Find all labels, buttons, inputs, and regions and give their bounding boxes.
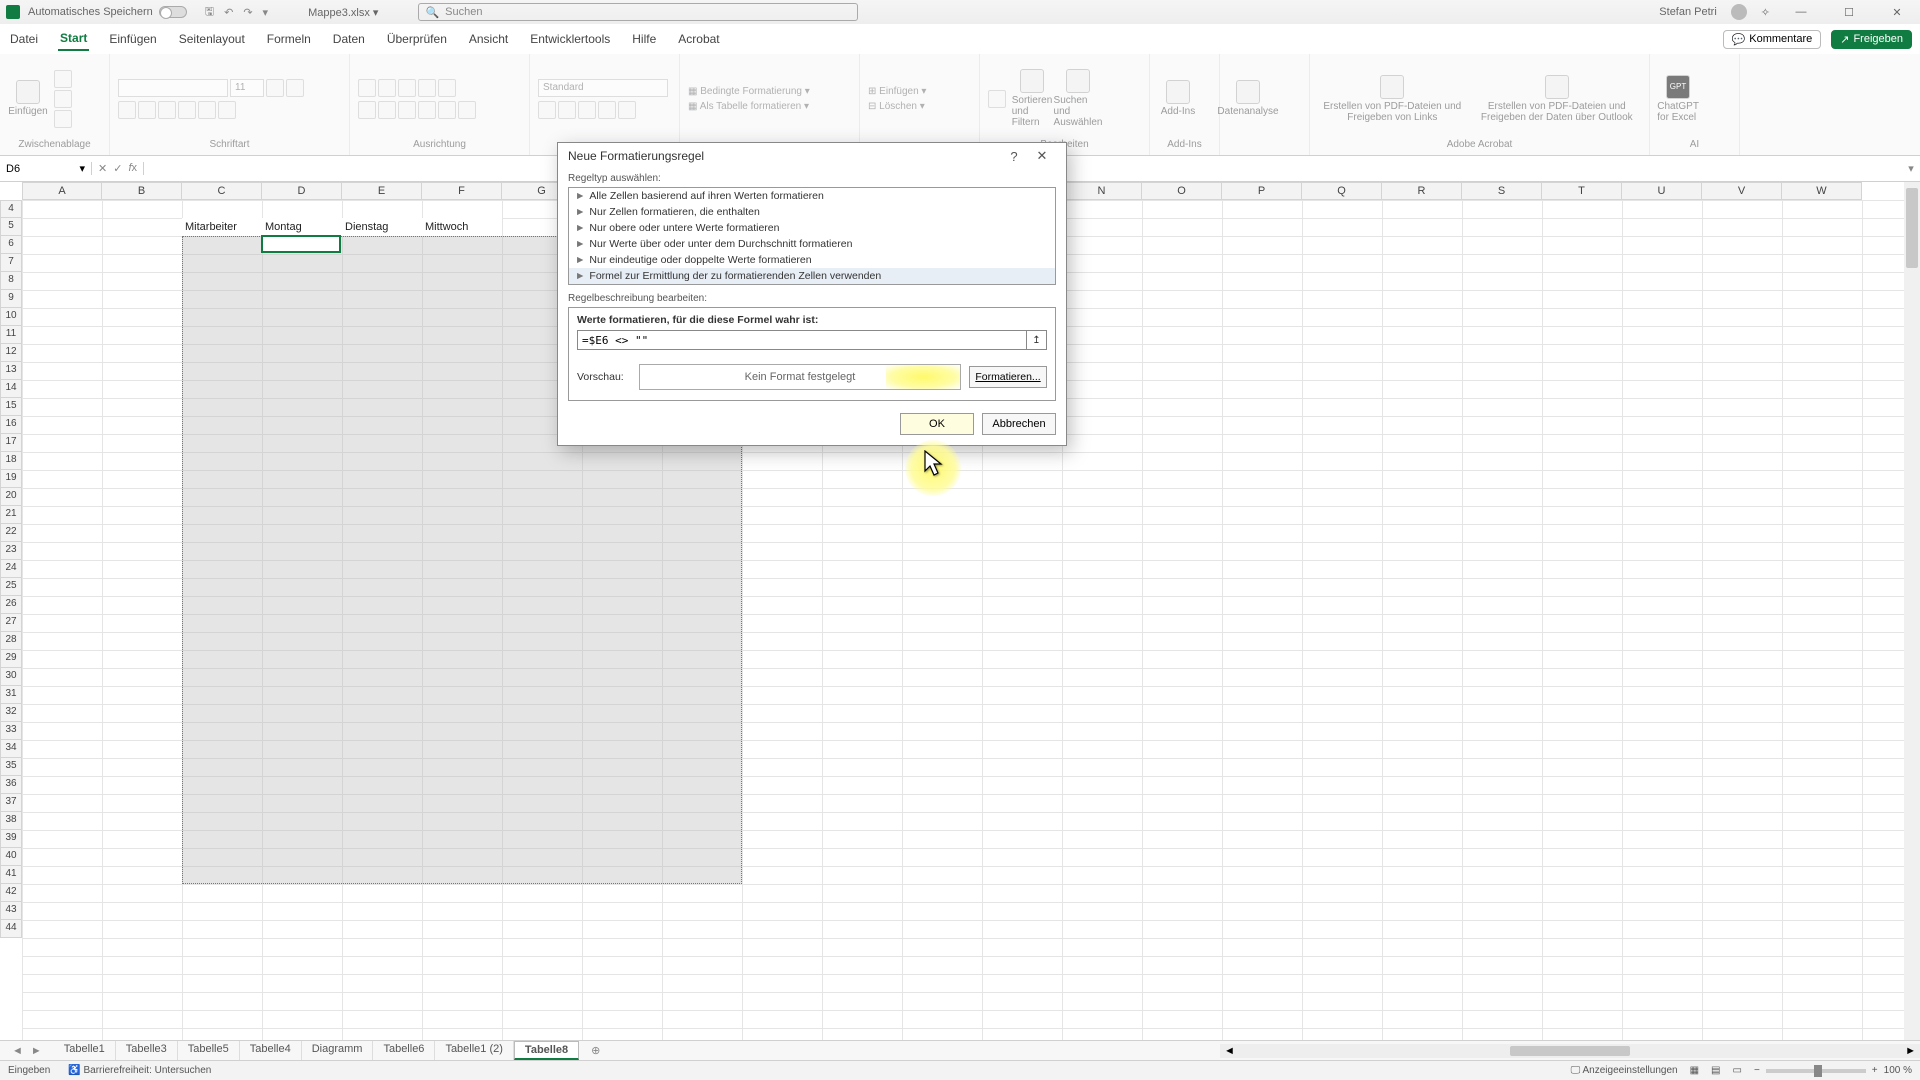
rule-type-item[interactable]: ►Alle Zellen basierend auf ihren Werten … xyxy=(569,188,1055,204)
arrow-icon: ► xyxy=(575,254,585,266)
ok-button[interactable]: OK xyxy=(900,413,974,435)
arrow-icon: ► xyxy=(575,222,585,234)
rule-type-label: Regeltyp auswählen: xyxy=(568,173,1056,184)
format-preview: Kein Format festgelegt xyxy=(639,364,961,390)
rule-type-item[interactable]: ►Nur obere oder untere Werte formatieren xyxy=(569,220,1055,236)
formula-input-field[interactable] xyxy=(577,330,1027,350)
rule-desc-label: Regelbeschreibung bearbeiten: xyxy=(568,293,1056,304)
rule-type-item[interactable]: ►Formel zur Ermittlung der zu formatiere… xyxy=(569,268,1055,284)
arrow-icon: ► xyxy=(575,270,585,282)
arrow-icon: ► xyxy=(575,238,585,250)
range-selector-button[interactable]: ↥ xyxy=(1027,330,1047,350)
rule-type-list[interactable]: ►Alle Zellen basierend auf ihren Werten … xyxy=(568,187,1056,285)
arrow-icon: ► xyxy=(575,190,585,202)
format-button[interactable]: Formatieren... xyxy=(969,366,1047,388)
dialog-titlebar[interactable]: Neue Formatierungsregel ? ✕ xyxy=(558,143,1066,169)
preview-label: Vorschau: xyxy=(577,371,631,383)
rule-type-item[interactable]: ►Nur Werte über oder unter dem Durchschn… xyxy=(569,236,1055,252)
rule-type-item[interactable]: ►Nur Zellen formatieren, die enthalten xyxy=(569,204,1055,220)
dialog-title: Neue Formatierungsregel xyxy=(568,149,1000,163)
rule-type-item[interactable]: ►Nur eindeutige oder doppelte Werte form… xyxy=(569,252,1055,268)
dialog-help-button[interactable]: ? xyxy=(1000,149,1028,164)
arrow-icon: ► xyxy=(575,206,585,218)
new-formatting-rule-dialog: Neue Formatierungsregel ? ✕ Regeltyp aus… xyxy=(557,142,1067,446)
dialog-close-button[interactable]: ✕ xyxy=(1028,148,1056,164)
cancel-button[interactable]: Abbrechen xyxy=(982,413,1056,435)
formula-condition-label: Werte formatieren, für die diese Formel … xyxy=(577,314,1047,326)
